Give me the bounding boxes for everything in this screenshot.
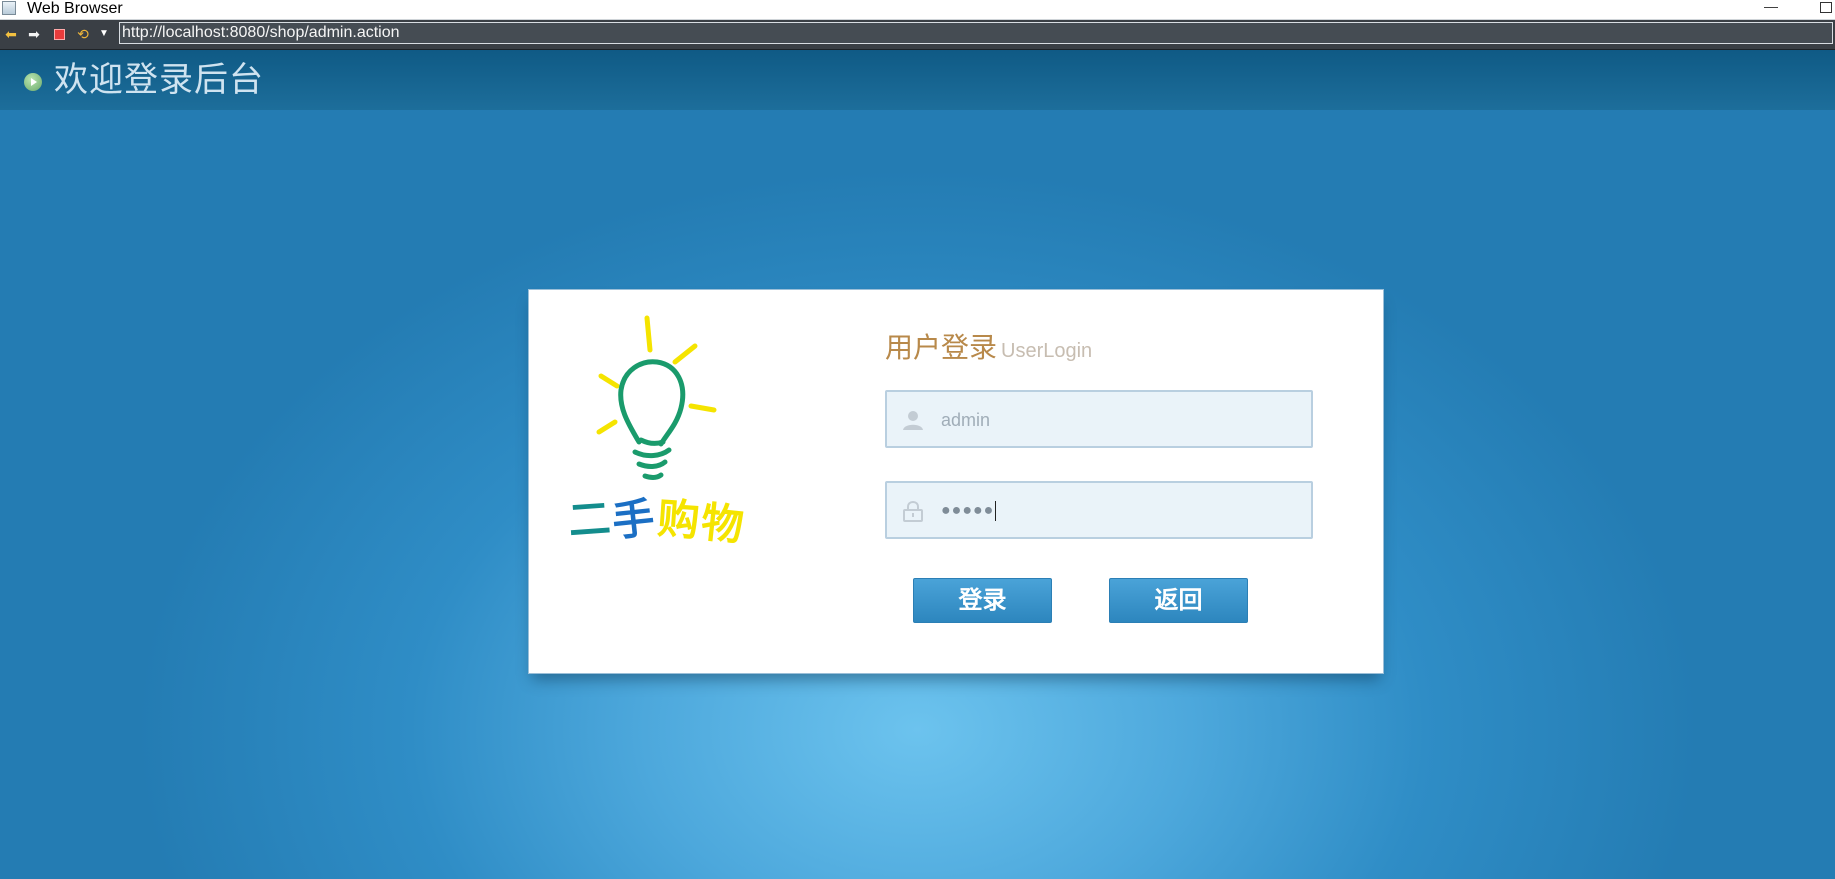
password-field[interactable]: ●●●●● [885, 481, 1313, 539]
lock-icon [903, 500, 923, 522]
login-title: 用户登录 [885, 332, 998, 363]
maximize-button[interactable] [1815, 0, 1835, 16]
logo-char-4: 物 [699, 497, 746, 550]
app-window-icon [2, 1, 16, 15]
login-button[interactable]: 登录 [913, 578, 1052, 623]
page-header: 欢迎登录后台 [0, 50, 1835, 110]
password-value: ●●●●● [941, 499, 997, 523]
refresh-icon[interactable]: ⟲ [75, 26, 91, 42]
logo-char-2: 手 [610, 493, 657, 546]
login-subtitle: UserLogin [1001, 340, 1093, 362]
window-title: Web Browser [27, 0, 123, 17]
stop-icon[interactable] [51, 26, 67, 42]
window-titlebar: Web Browser — [0, 0, 1835, 20]
play-circle-icon [24, 73, 42, 91]
user-icon [903, 411, 923, 430]
username-value: admin [941, 410, 991, 430]
text-caret [995, 500, 997, 521]
minimize-button[interactable]: — [1760, 0, 1782, 16]
browser-toolbar: ⬅ ➡ ⟲ ▼ http://localhost:8080/shop/admin… [0, 20, 1835, 50]
address-bar[interactable]: http://localhost:8080/shop/admin.action [119, 22, 1833, 44]
forward-arrow-icon[interactable]: ➡ [26, 26, 42, 42]
dropdown-icon[interactable]: ▼ [96, 26, 112, 42]
page-title: 欢迎登录后台 [54, 61, 264, 99]
login-panel: 二 手 购 物 用户登录 UserLogin admin ●●●●● 登录 返回 [528, 289, 1384, 674]
username-field[interactable]: admin [885, 390, 1313, 448]
site-logo: 二 手 购 物 [569, 315, 746, 550]
login-heading: 用户登录 UserLogin [885, 326, 1092, 366]
maximize-icon [1820, 2, 1832, 13]
back-arrow-icon[interactable]: ⬅ [3, 26, 19, 42]
logo-char-3: 购 [656, 494, 701, 546]
page-content: 欢迎登录后台 二 手 购 物 用户登录 UserLogin admin ●●●●… [0, 50, 1835, 879]
password-mask: ●●●●● [941, 502, 995, 519]
logo-char-1: 二 [569, 494, 612, 546]
back-button[interactable]: 返回 [1109, 578, 1248, 623]
